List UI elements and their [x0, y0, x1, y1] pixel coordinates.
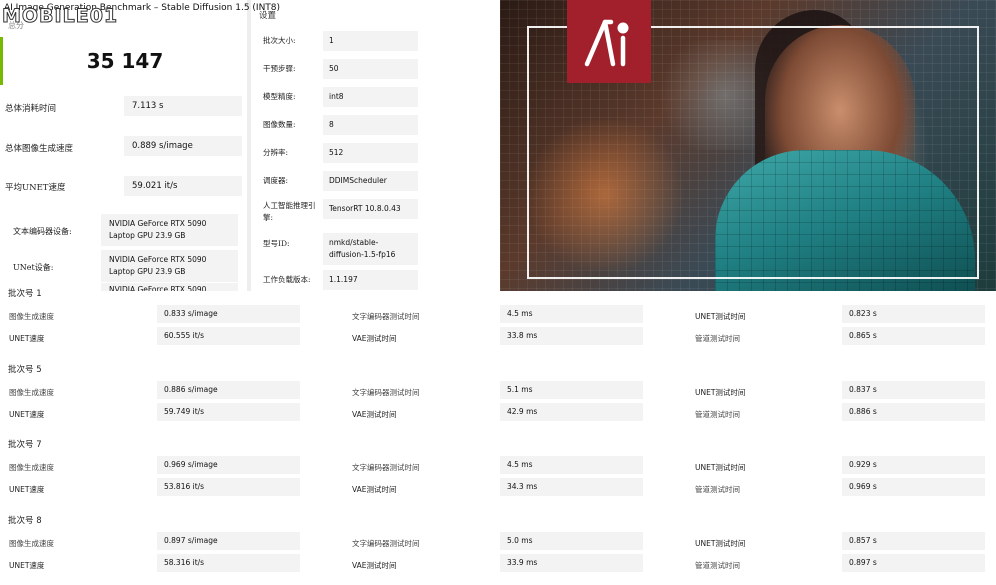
ai-logo-icon — [567, 0, 651, 83]
batch-image-speed-value: 0.833 s/image — [157, 305, 300, 323]
batch-title: 批次号 7 — [8, 440, 42, 450]
batch-image-speed-value: 0.969 s/image — [157, 456, 300, 474]
batch-unet-time-value: 0.929 s — [842, 456, 985, 474]
batch-image-speed-label: 图像生成速度 — [9, 539, 54, 548]
batch-pipeline-value: 0.886 s — [842, 403, 985, 421]
batch-vae-label: VAE测试时间 — [352, 485, 397, 494]
device-value-vae-partial: NVIDIA GeForce RTX 5090 Laptop — [101, 283, 238, 291]
setting-label-batch-size: 批次大小: — [263, 36, 296, 45]
batch-text-encoder-value: 4.5 ms — [500, 305, 643, 323]
batch-unet-time-label: UNET测试时间 — [695, 539, 746, 548]
setting-value-batch-size: 1 — [323, 31, 418, 51]
batch-unet-speed-value: 60.555 it/s — [157, 327, 300, 345]
batch-image-speed-value: 0.897 s/image — [157, 532, 300, 550]
setting-label-scheduler: 调度器: — [263, 176, 289, 185]
batch-pipeline-label: 管道测试时间 — [695, 485, 740, 494]
batch-unet-speed-value: 59.749 it/s — [157, 403, 300, 421]
summary-value-image-speed: 0.889 s/image — [124, 136, 242, 156]
batch-vae-value: 33.8 ms — [500, 327, 643, 345]
batch-title: 批次号 8 — [8, 516, 42, 526]
batch-vae-value: 42.9 ms — [500, 403, 643, 421]
setting-value-precision: int8 — [323, 87, 418, 107]
batch-image-speed-label: 图像生成速度 — [9, 312, 54, 321]
batch-pipeline-label: 管道测试时间 — [695, 334, 740, 343]
device-label-unet: UNet设备: — [13, 263, 54, 272]
batch-unet-time-label: UNET测试时间 — [695, 312, 746, 321]
batch-vae-value: 34.3 ms — [500, 478, 643, 496]
score-value: 35 147 — [86, 49, 164, 73]
setting-label-resolution: 分辨率: — [263, 148, 289, 157]
batch-pipeline-value: 0.897 s — [842, 554, 985, 572]
device-label-text-encoder: 文本编码器设备: — [13, 227, 72, 236]
setting-value-resolution: 512 — [323, 143, 418, 163]
column-divider — [247, 0, 251, 291]
batch-unet-speed-value: 53.816 it/s — [157, 478, 300, 496]
batch-pipeline-label: 管道测试时间 — [695, 561, 740, 570]
batch-unet-speed-label: UNET速度 — [9, 485, 45, 494]
score-box: 35 147 — [0, 37, 247, 85]
batch-unet-time-value: 0.857 s — [842, 532, 985, 550]
batch-unet-speed-label: UNET速度 — [9, 410, 45, 419]
batch-text-encoder-label: 文字编码器测试时间 — [352, 463, 420, 472]
batch-text-encoder-label: 文字编码器测试时间 — [352, 388, 420, 397]
batch-image-speed-value: 0.886 s/image — [157, 381, 300, 399]
setting-value-workload-version: 1.1.197 — [323, 270, 418, 290]
batch-text-encoder-value: 5.0 ms — [500, 532, 643, 550]
device-value-text-encoder: NVIDIA GeForce RTX 5090 Laptop GPU 23.9 … — [101, 214, 238, 246]
setting-label-inference-engine: 人工智能推理引擎: — [263, 201, 316, 222]
batch-unet-speed-value: 58.316 it/s — [157, 554, 300, 572]
summary-label-unet-speed: 平均UNET速度 — [5, 183, 66, 193]
device-value-unet: NVIDIA GeForce RTX 5090 Laptop GPU 23.9 … — [101, 250, 238, 282]
batch-vae-label: VAE测试时间 — [352, 410, 397, 419]
setting-label-workload-version: 工作负载版本: — [263, 275, 311, 284]
setting-value-steps: 50 — [323, 59, 418, 79]
setting-value-model-id: nmkd/stable-diffusion-1.5-fp16 — [323, 233, 418, 265]
summary-label-image-speed: 总体图像生成速度 — [5, 144, 74, 154]
batch-pipeline-label: 管道测试时间 — [695, 410, 740, 419]
batch-vae-value: 33.9 ms — [500, 554, 643, 572]
batch-pipeline-value: 0.865 s — [842, 327, 985, 345]
setting-label-steps: 干预步骤: — [263, 64, 296, 73]
batch-text-encoder-value: 4.5 ms — [500, 456, 643, 474]
setting-label-image-count: 图像数量: — [263, 120, 296, 129]
summary-value-total-time: 7.113 s — [124, 96, 242, 116]
summary-value-unet-speed: 59.021 it/s — [124, 176, 242, 196]
batch-unet-time-value: 0.837 s — [842, 381, 985, 399]
batch-text-encoder-value: 5.1 ms — [500, 381, 643, 399]
batch-unet-time-label: UNET测试时间 — [695, 388, 746, 397]
batch-image-speed-label: 图像生成速度 — [9, 388, 54, 397]
batch-text-encoder-label: 文字编码器测试时间 — [352, 539, 420, 548]
site-watermark: MOBILE01 — [1, 5, 119, 28]
summary-label-total-time: 总体消耗时间 — [5, 104, 57, 114]
batch-unet-speed-label: UNET速度 — [9, 561, 45, 570]
batch-title: 批次号 5 — [8, 365, 42, 375]
batch-title: 批次号 1 — [8, 289, 42, 299]
setting-label-model-id: 型号ID: — [263, 239, 290, 248]
batch-unet-speed-label: UNET速度 — [9, 334, 45, 343]
batch-vae-label: VAE测试时间 — [352, 561, 397, 570]
setting-value-inference-engine: TensorRT 10.8.0.43 — [323, 199, 418, 219]
batch-vae-label: VAE测试时间 — [352, 334, 397, 343]
batch-text-encoder-label: 文字编码器测试时间 — [352, 312, 420, 321]
batch-image-speed-label: 图像生成速度 — [9, 463, 54, 472]
batch-unet-time-value: 0.823 s — [842, 305, 985, 323]
batch-pipeline-value: 0.969 s — [842, 478, 985, 496]
batch-unet-time-label: UNET测试时间 — [695, 463, 746, 472]
hero-image — [500, 0, 996, 291]
setting-label-precision: 模型精度: — [263, 92, 296, 101]
setting-value-image-count: 8 — [323, 115, 418, 135]
setting-value-scheduler: DDIMScheduler — [323, 171, 418, 191]
